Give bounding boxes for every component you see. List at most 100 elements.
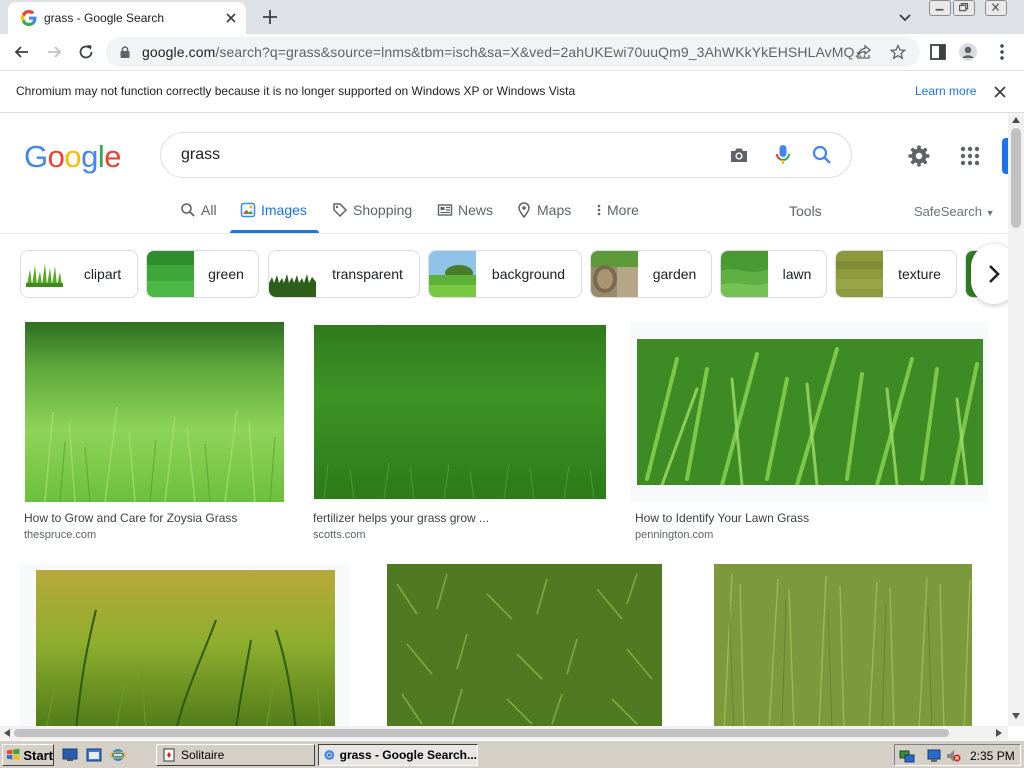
chevron-down-icon[interactable] [895, 8, 915, 28]
system-tray: 2:35 PM [894, 744, 1021, 766]
logo-letter: o [64, 139, 82, 174]
image-icon [240, 202, 256, 218]
share-icon[interactable] [856, 44, 872, 60]
search-type-tabs: All Images Shopping News Maps More Tools… [0, 198, 1010, 234]
chip-background-thumbnail [429, 251, 476, 297]
result-image-2[interactable] [314, 325, 606, 499]
taskbar-item-label: grass - Google Search... [339, 748, 477, 762]
tab-images-label: Images [261, 202, 307, 218]
network-tray-icon[interactable] [899, 748, 915, 764]
result-source-1[interactable]: thespruce.com [24, 529, 96, 541]
more-vert-icon [597, 204, 601, 216]
tag-icon [333, 203, 348, 218]
vertical-scroll-thumb[interactable] [1011, 128, 1021, 228]
search-icon [181, 203, 195, 217]
chips-next-button[interactable] [971, 244, 1010, 304]
result-source-2[interactable]: scotts.com [313, 529, 366, 541]
browser-tab[interactable]: grass - Google Search [8, 2, 246, 34]
horizontal-scroll-thumb[interactable] [14, 729, 949, 737]
chip-transparent[interactable]: transparent [268, 250, 420, 298]
tab-all[interactable]: All [180, 202, 217, 218]
tab-images[interactable]: Images [240, 202, 307, 218]
forward-arrow-icon[interactable] [44, 42, 64, 62]
explorer-icon[interactable] [86, 747, 102, 763]
google-favicon-icon [21, 10, 37, 26]
microphone-icon[interactable] [772, 143, 794, 167]
tab-close-icon[interactable] [222, 9, 240, 27]
volume-muted-icon[interactable] [945, 748, 961, 764]
chip-lawn[interactable]: lawn [720, 250, 827, 298]
bookmark-star-icon[interactable] [890, 44, 906, 60]
internet-explorer-icon[interactable] [110, 747, 126, 763]
monitor-tray-icon[interactable] [927, 748, 943, 764]
learn-more-link[interactable]: Learn more [915, 84, 976, 98]
map-pin-icon [518, 202, 530, 218]
result-image-1[interactable] [25, 322, 284, 502]
horizontal-scrollbar[interactable] [0, 726, 1008, 740]
scroll-down-icon[interactable] [1012, 712, 1020, 720]
start-button[interactable]: Start [2, 744, 54, 766]
start-label: Start [23, 747, 53, 763]
new-tab-icon[interactable] [259, 6, 281, 28]
tab-maps[interactable]: Maps [516, 202, 571, 218]
result-title-1[interactable]: How to Grow and Care for Zoysia Grass [24, 511, 237, 525]
restore-button[interactable] [953, 0, 975, 16]
google-logo[interactable]: Google [24, 139, 122, 175]
safesearch-button[interactable]: SafeSearch ▼ [914, 204, 994, 219]
chip-clipart[interactable]: clipart [20, 250, 138, 298]
logo-letter: o [47, 139, 65, 174]
scroll-right-icon[interactable] [995, 729, 1003, 737]
tools-button[interactable]: Tools [789, 203, 822, 219]
taskbar-item-label: Solitaire [181, 748, 225, 762]
result-image-6[interactable] [714, 564, 972, 726]
scroll-left-icon[interactable] [3, 729, 11, 737]
chevron-right-icon [989, 265, 1000, 283]
gear-icon[interactable] [907, 144, 931, 168]
tab-maps-label: Maps [537, 202, 572, 218]
lock-icon[interactable] [118, 45, 132, 59]
unsupported-os-infobar: Chromium may not function correctly beca… [0, 71, 1024, 113]
tab-shopping[interactable]: Shopping [332, 202, 412, 218]
minimize-icon [935, 8, 944, 11]
kebab-menu-icon[interactable] [992, 42, 1012, 62]
tab-news[interactable]: News [437, 202, 493, 218]
chip-green[interactable]: green [146, 250, 259, 298]
camera-icon[interactable] [728, 144, 750, 166]
result-image-5[interactable] [387, 564, 662, 726]
result-image-4[interactable] [36, 570, 335, 726]
google-images-page: Google grass All Images Shopping News Ma… [0, 114, 1010, 726]
chip-label: transparent [332, 266, 403, 282]
url-host: google.com [142, 44, 216, 60]
reload-icon[interactable] [76, 42, 96, 62]
chip-label: lawn [782, 266, 812, 282]
solitaire-icon [163, 748, 175, 762]
search-box[interactable]: grass [160, 132, 852, 178]
infobar-close-icon[interactable] [992, 84, 1008, 100]
chip-background[interactable]: background [428, 250, 582, 298]
address-bar[interactable]: google.com/search?q=grass&source=lnms&tb… [106, 37, 920, 67]
search-input[interactable]: grass [181, 146, 220, 164]
url-path: /search?q=grass&source=lnms&tbm=isch&sa=… [215, 44, 867, 60]
taskbar-item-solitaire[interactable]: Solitaire [156, 744, 315, 766]
tab-more[interactable]: More [596, 202, 639, 218]
search-icon[interactable] [811, 144, 833, 166]
scroll-up-icon[interactable] [1012, 116, 1020, 124]
chip-clipart-thumbnail [21, 251, 68, 297]
result-source-3[interactable]: pennington.com [635, 529, 713, 541]
chromium-icon [324, 750, 335, 760]
back-arrow-icon[interactable] [12, 42, 32, 62]
grass-photo-2 [314, 325, 606, 499]
result-title-2[interactable]: fertilizer helps your grass grow ... [313, 511, 489, 525]
result-image-3[interactable] [637, 339, 983, 485]
taskbar-item-chromium[interactable]: grass - Google Search... [318, 744, 478, 766]
side-panel-icon[interactable] [928, 42, 948, 62]
close-window-button[interactable] [985, 0, 1007, 16]
result-title-3[interactable]: How to Identify Your Lawn Grass [635, 511, 809, 525]
profile-avatar-icon[interactable] [958, 42, 978, 62]
minimize-button[interactable] [929, 0, 951, 16]
show-desktop-icon[interactable] [62, 747, 78, 763]
apps-grid-icon[interactable] [958, 144, 982, 168]
chip-garden[interactable]: garden [590, 250, 712, 298]
vertical-scrollbar[interactable] [1008, 114, 1024, 726]
chip-texture[interactable]: texture [835, 250, 957, 298]
